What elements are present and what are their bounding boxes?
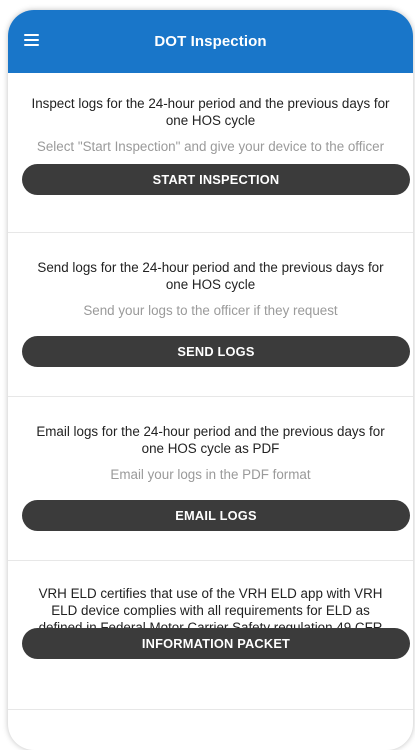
information-packet-button[interactable]: INFORMATION PACKET: [22, 628, 410, 659]
section-hint: Send your logs to the officer if they re…: [83, 303, 338, 318]
send-logs-section: Send logs for the 24-hour period and the…: [8, 233, 413, 397]
email-logs-button[interactable]: EMAIL LOGS: [22, 500, 410, 531]
page-title: DOT Inspection: [154, 33, 267, 50]
section-hint: Select "Start Inspection" and give your …: [36, 139, 385, 154]
section-description: Email logs for the 24-hour period and th…: [36, 424, 385, 456]
start-inspection-button[interactable]: START INSPECTION: [22, 164, 410, 195]
phone-screen: DOT Inspection Inspect logs for the 24-h…: [8, 10, 413, 750]
hamburger-menu-icon[interactable]: [24, 34, 39, 46]
email-logs-section: Email logs for the 24-hour period and th…: [8, 397, 413, 561]
section-description: Send logs for the 24-hour period and the…: [37, 260, 384, 292]
send-logs-button[interactable]: SEND LOGS: [22, 336, 410, 367]
app-bar: DOT Inspection: [8, 10, 413, 73]
information-packet-section: VRH ELD certifies that use of the VRH EL…: [8, 561, 413, 710]
section-hint: Email your logs in the PDF format: [110, 467, 311, 482]
section-description: Inspect logs for the 24-hour period and …: [31, 96, 390, 128]
start-inspection-section: Inspect logs for the 24-hour period and …: [8, 73, 413, 233]
